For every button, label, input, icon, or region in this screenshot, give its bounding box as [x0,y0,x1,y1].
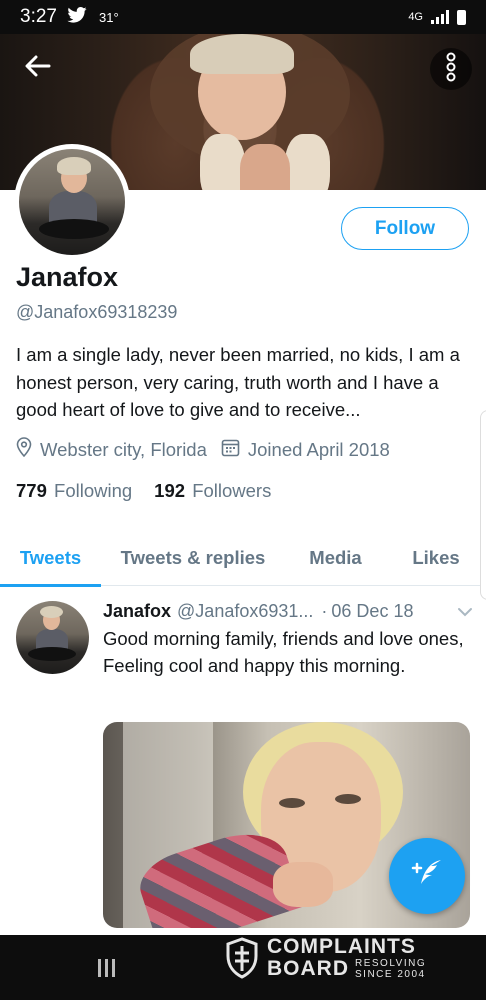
watermark-tag2: SINCE 2004 [355,969,426,980]
watermark-line1: COMPLAINTS [267,935,416,958]
shield-logo-icon [225,937,259,979]
followers-count: 192 [154,480,186,501]
following-count: 779 [16,480,47,501]
more-vertical-icon [445,52,457,87]
back-arrow-icon [25,55,51,82]
tweet-separator: · [321,601,328,621]
tweet-date: 06 Dec 18 [331,601,414,621]
tweet-menu-button[interactable] [457,601,473,622]
network-type: 4G [408,11,423,23]
profile-location: Webster city, Florida [16,437,207,462]
follow-button[interactable]: Follow [341,207,469,250]
following-label: Following [54,480,133,501]
joined-text: Joined April 2018 [247,438,390,460]
status-bar: 3:27 31° 4G [0,0,486,34]
calendar-icon [221,438,240,462]
location-text: Webster city, Florida [40,438,207,460]
profile-joined: Joined April 2018 [221,438,390,462]
profile-bio: I am a single lady, never been married, … [16,344,460,420]
tab-tweets[interactable]: Tweets [0,530,101,587]
profile-display-name: Janafox [16,262,119,292]
compose-tweet-icon [407,854,447,899]
tab-media[interactable]: Media [285,530,386,586]
back-button[interactable] [18,48,58,88]
signal-icon [431,10,449,24]
followers-stat[interactable]: 192 Followers [154,480,271,502]
tweet-avatar[interactable] [16,601,89,674]
tab-likes[interactable]: Likes [386,530,486,586]
watermark-line2: BOARD [267,957,349,980]
status-temperature: 31° [98,9,119,25]
more-options-button[interactable] [430,48,472,90]
tweet-header: Janafox @Janafox6931... · 06 Dec 18 [103,601,473,622]
battery-icon [457,9,466,25]
following-stat[interactable]: 779 Following [16,480,132,502]
profile-avatar[interactable] [14,144,130,260]
followers-label: Followers [192,480,272,501]
twitter-bird-icon [67,6,87,28]
tab-tweets-replies[interactable]: Tweets & replies [101,530,285,586]
location-pin-icon [16,437,32,462]
recents-icon[interactable] [98,959,115,977]
profile-handle: @Janafox69318239 [16,302,178,322]
profile-tabs: Tweets Tweets & replies Media Likes [0,530,486,587]
watermark-logo: COMPLAINTS BOARD RESOLVING SINCE 2004 [225,935,426,981]
system-nav-bar: COMPLAINTS BOARD RESOLVING SINCE 2004 [0,935,486,1000]
watermark-tag1: RESOLVING [355,958,427,969]
tweet-author-name[interactable]: Janafox [103,601,171,622]
tweet-author-handle: @Janafox6931... [177,601,314,621]
compose-tweet-button[interactable] [389,838,465,914]
status-time: 3:27 [20,6,57,27]
tweet-text: Good morning family, friends and love on… [103,628,464,676]
chevron-down-icon [457,601,473,622]
scroll-indicator[interactable] [480,410,486,600]
profile-meta: Webster city, Florida Joined April 2018 [16,437,404,462]
profile-stats: 779 Following 192 Followers [16,480,293,502]
